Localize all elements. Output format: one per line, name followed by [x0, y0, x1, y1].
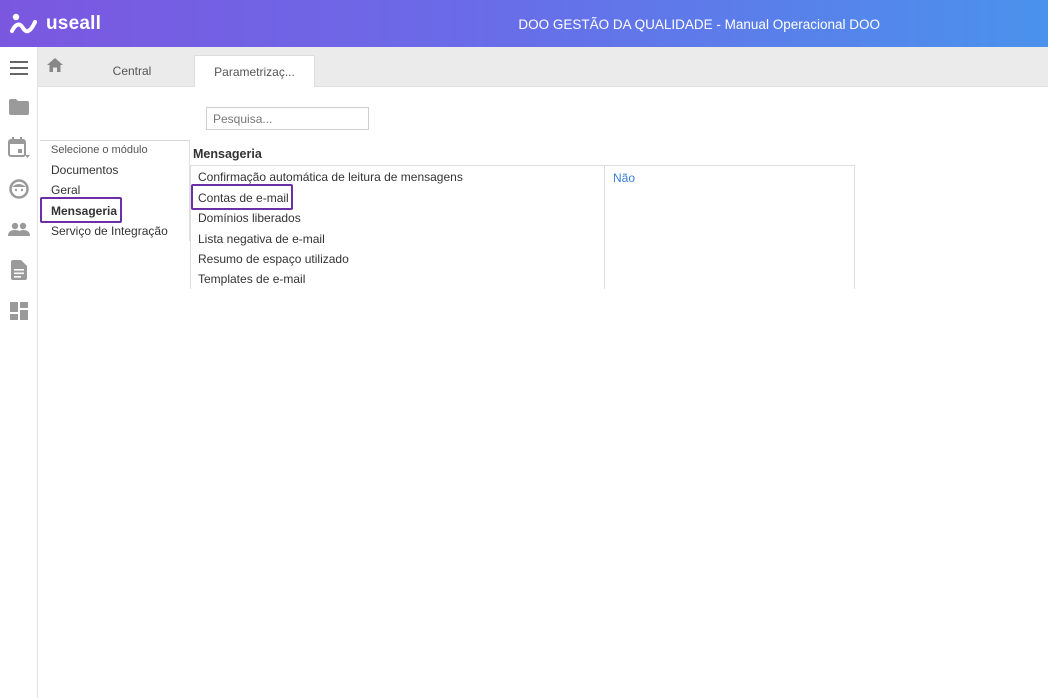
- tab-parametrizacao[interactable]: Parametrizaç...: [194, 55, 315, 87]
- menu-icon: [10, 61, 28, 75]
- parameter-value[interactable]: Não: [613, 171, 635, 185]
- document-icon: [11, 260, 27, 280]
- tab-central[interactable]: Central: [74, 55, 190, 87]
- parameter-selection-highlight: [191, 184, 293, 210]
- logo-text: useall: [46, 13, 102, 34]
- parameter-item-templates-email[interactable]: Templates de e-mail: [198, 272, 305, 286]
- calendar-icon: [8, 137, 30, 159]
- parameter-grid-divider: [604, 166, 605, 289]
- section-title: Mensageria: [193, 147, 262, 161]
- rail-item-dashboard[interactable]: [0, 293, 38, 329]
- module-list-divider: [40, 140, 190, 141]
- logo[interactable]: useall: [10, 12, 101, 36]
- top-bar: useall DOO GESTÃO DA QUALIDADE - Manual …: [0, 0, 1048, 47]
- useall-logo-icon: [10, 12, 38, 36]
- parameter-item-dominios-liberados[interactable]: Domínios liberados: [198, 211, 301, 225]
- module-item-geral[interactable]: Geral: [51, 183, 80, 197]
- home-icon: [47, 57, 63, 77]
- app-title: DOO GESTÃO DA QUALIDADE - Manual Operaci…: [518, 17, 880, 32]
- module-item-servico-integracao[interactable]: Serviço de Integração: [51, 224, 168, 238]
- left-rail: [0, 47, 38, 698]
- face-icon: [9, 179, 29, 199]
- rail-item-document[interactable]: [0, 252, 38, 288]
- parameter-item-confirmacao-leitura[interactable]: Confirmação automática de leitura de men…: [198, 170, 463, 184]
- people-icon: [8, 222, 30, 236]
- rail-item-face[interactable]: [0, 171, 38, 207]
- rail-item-people[interactable]: [0, 211, 38, 247]
- module-list-header: Selecione o módulo: [51, 144, 148, 156]
- menu-button[interactable]: [0, 50, 38, 86]
- dashboard-icon: [10, 302, 28, 320]
- parameter-item-resumo-espaco[interactable]: Resumo de espaço utilizado: [198, 252, 349, 266]
- rail-item-folder[interactable]: [0, 89, 38, 125]
- module-selection-highlight: [40, 197, 122, 223]
- tab-home[interactable]: [38, 47, 72, 87]
- search-input[interactable]: [206, 107, 369, 130]
- folder-icon: [9, 99, 29, 115]
- parameter-item-lista-negativa[interactable]: Lista negativa de e-mail: [198, 232, 325, 246]
- rail-item-calendar[interactable]: [0, 130, 38, 166]
- tab-bar: Central Parametrizaç...: [38, 47, 1048, 87]
- module-item-documentos[interactable]: Documentos: [51, 163, 118, 177]
